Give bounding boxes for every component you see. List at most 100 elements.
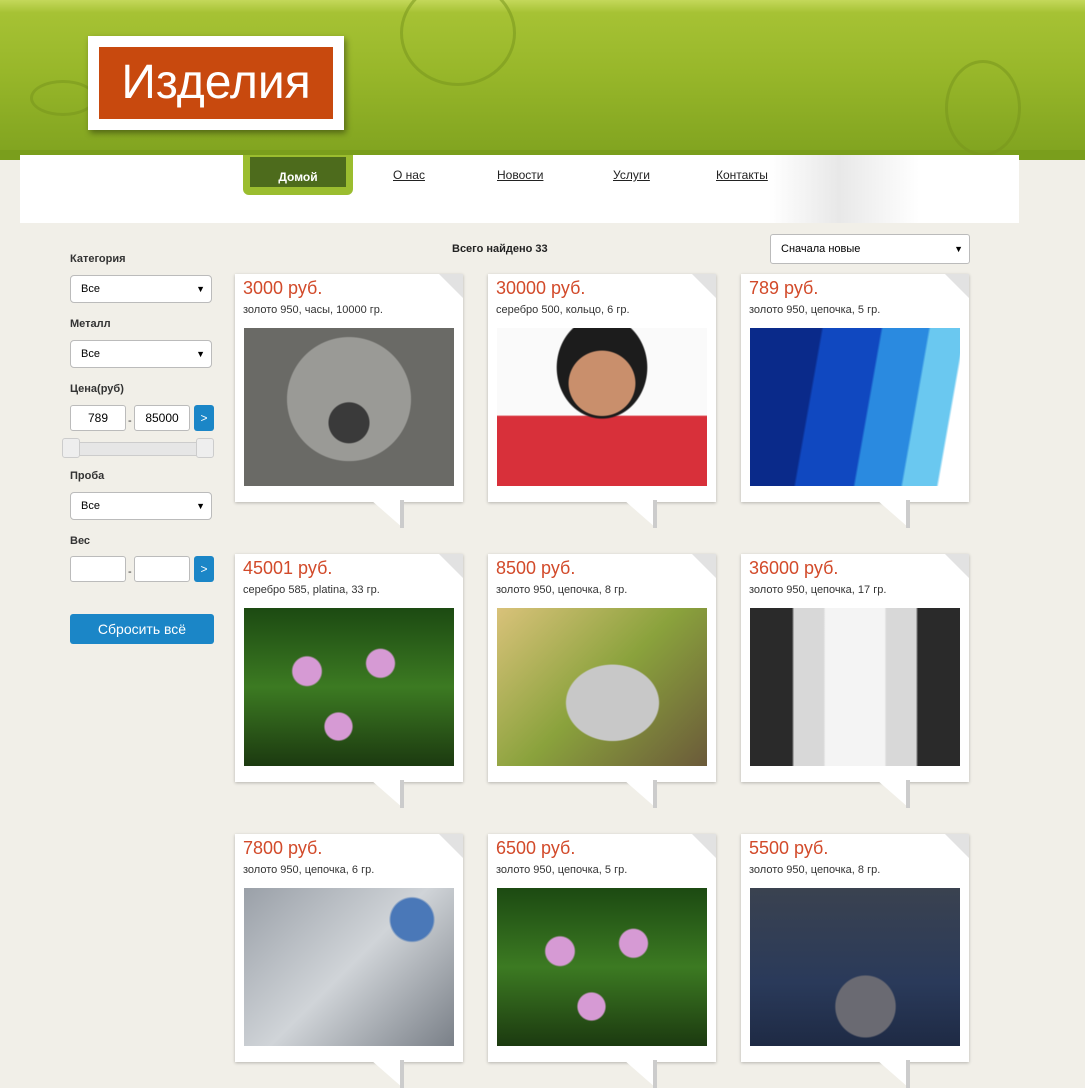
card-corner-fold (692, 274, 716, 298)
decor-swirl (945, 60, 1021, 156)
product-photo-gallery-bridge[interactable] (750, 608, 960, 766)
card-corner-fold (945, 834, 969, 858)
metal-select[interactable]: Все ▼ (70, 340, 212, 368)
product-price[interactable]: 3000 руб. (243, 278, 322, 299)
product-photo-woman-portrait[interactable] (497, 328, 707, 486)
product-card[interactable]: 8500 руб. золото 950, цепочка, 8 гр. (488, 554, 716, 808)
product-photo-kitten[interactable] (497, 608, 707, 766)
site-logo[interactable]: Изделия (88, 36, 344, 130)
product-description: золото 950, цепочка, 8 гр. (496, 584, 628, 596)
product-card[interactable]: 30000 руб. серебро 500, кольцо, 6 гр. (488, 274, 716, 528)
card-corner-fold (945, 274, 969, 298)
product-photo-blue-waves[interactable] (750, 328, 960, 486)
product-description: золото 950, цепочка, 5 гр. (496, 864, 628, 876)
dropdown-arrow-icon: ▼ (954, 244, 963, 254)
card-corner-fold (439, 554, 463, 578)
logo-title: Изделия (99, 47, 333, 119)
assay-label: Проба (70, 470, 105, 482)
card-speech-tail (371, 780, 403, 808)
product-photo-grey-kitten[interactable] (750, 888, 960, 1046)
product-photo-water-lilies[interactable] (497, 888, 707, 1046)
weight-max-input[interactable] (134, 556, 190, 582)
product-card[interactable]: 6500 руб. золото 950, цепочка, 5 гр. (488, 834, 716, 1088)
price-label: Цена(руб) (70, 383, 124, 395)
product-card[interactable]: 7800 руб. золото 950, цепочка, 6 гр. (235, 834, 463, 1088)
card-speech-tail (624, 780, 656, 808)
card-tail-shadow (653, 500, 657, 528)
dropdown-arrow-icon: ▼ (196, 349, 205, 359)
card-corner-fold (439, 274, 463, 298)
assay-select[interactable]: Все ▼ (70, 492, 212, 520)
card-tail-shadow (400, 500, 404, 528)
dropdown-arrow-icon: ▼ (196, 501, 205, 511)
product-price[interactable]: 6500 руб. (496, 838, 575, 859)
category-value: Все (81, 283, 100, 295)
card-corner-fold (439, 834, 463, 858)
category-select[interactable]: Все ▼ (70, 275, 212, 303)
range-dash: - (128, 415, 132, 427)
nav-home-tab[interactable]: Домой (243, 155, 353, 195)
product-price[interactable]: 7800 руб. (243, 838, 322, 859)
price-apply-button[interactable]: > (194, 405, 214, 431)
nav-link-services[interactable]: Услуги (613, 168, 650, 182)
card-speech-tail (624, 1060, 656, 1088)
card-tail-shadow (906, 500, 910, 528)
card-speech-tail (624, 500, 656, 528)
product-card[interactable]: 3000 руб. золото 950, часы, 10000 гр. (235, 274, 463, 528)
card-speech-tail (371, 500, 403, 528)
product-price[interactable]: 5500 руб. (749, 838, 828, 859)
card-speech-tail (877, 1060, 909, 1088)
product-photo-cat-eye[interactable] (244, 888, 454, 1046)
range-dash: - (128, 566, 132, 578)
product-card[interactable]: 789 руб. золото 950, цепочка, 5 гр. (741, 274, 969, 528)
product-price[interactable]: 8500 руб. (496, 558, 575, 579)
product-price[interactable]: 45001 руб. (243, 558, 332, 579)
nav-link-news[interactable]: Новости (497, 168, 543, 182)
weight-min-input[interactable] (70, 556, 126, 582)
product-description: золото 950, цепочка, 8 гр. (749, 864, 881, 876)
product-description: золото 950, цепочка, 17 гр. (749, 584, 887, 596)
product-description: золото 950, часы, 10000 гр. (243, 304, 383, 316)
weight-label: Вес (70, 535, 91, 547)
card-corner-fold (692, 554, 716, 578)
card-tail-shadow (906, 780, 910, 808)
card-corner-fold (692, 834, 716, 858)
price-slider-max-handle[interactable] (196, 438, 214, 458)
product-price[interactable]: 36000 руб. (749, 558, 838, 579)
metal-value: Все (81, 348, 100, 360)
card-tail-shadow (653, 780, 657, 808)
price-slider-min-handle[interactable] (62, 438, 80, 458)
product-photo-koala[interactable] (244, 328, 454, 486)
navigation-bar (20, 155, 1019, 223)
metal-label: Металл (70, 318, 111, 330)
results-count: Всего найдено 33 (452, 243, 548, 255)
card-tail-shadow (653, 1060, 657, 1088)
reset-filters-button[interactable]: Сбросить всё (70, 614, 214, 644)
card-tail-shadow (400, 1060, 404, 1088)
price-max-input[interactable]: 85000 (134, 405, 190, 431)
card-speech-tail (877, 500, 909, 528)
category-label: Категория (70, 253, 126, 265)
card-tail-shadow (400, 780, 404, 808)
card-tail-shadow (906, 1060, 910, 1088)
product-description: серебро 500, кольцо, 6 гр. (496, 304, 630, 316)
product-card[interactable]: 5500 руб. золото 950, цепочка, 8 гр. (741, 834, 969, 1088)
product-price[interactable]: 30000 руб. (496, 278, 585, 299)
decor-swirl (30, 80, 96, 116)
dropdown-arrow-icon: ▼ (196, 284, 205, 294)
assay-value: Все (81, 500, 100, 512)
price-min-input[interactable]: 789 (70, 405, 126, 431)
product-card[interactable]: 45001 руб. серебро 585, platina, 33 гр. (235, 554, 463, 808)
product-card[interactable]: 36000 руб. золото 950, цепочка, 17 гр. (741, 554, 969, 808)
card-speech-tail (371, 1060, 403, 1088)
price-slider-track[interactable] (70, 442, 212, 456)
product-description: серебро 585, platina, 33 гр. (243, 584, 380, 596)
card-speech-tail (877, 780, 909, 808)
product-price[interactable]: 789 руб. (749, 278, 818, 299)
weight-apply-button[interactable]: > (194, 556, 214, 582)
product-photo-water-lilies[interactable] (244, 608, 454, 766)
nav-link-about[interactable]: О нас (393, 168, 425, 182)
card-corner-fold (945, 554, 969, 578)
nav-link-contacts[interactable]: Контакты (716, 168, 768, 182)
sort-select[interactable]: Сначала новые ▼ (770, 234, 970, 264)
